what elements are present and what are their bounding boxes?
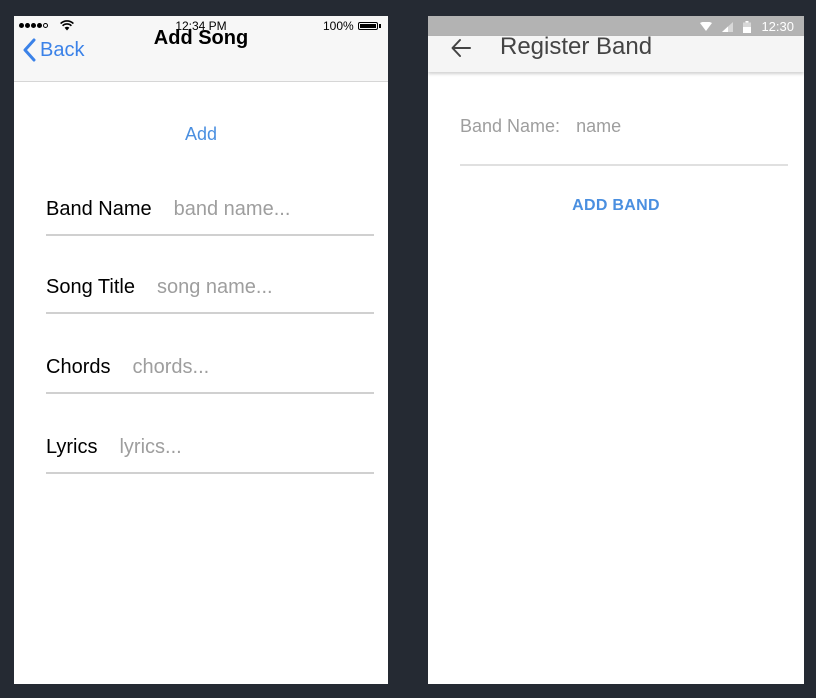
wifi-icon	[700, 21, 713, 31]
ios-navigation-bar: 12:34 PM 100% Back Add Song	[14, 16, 388, 82]
band-name-row: Band Name	[46, 184, 374, 236]
band-name-input[interactable]	[576, 116, 777, 137]
page-title: Register Band	[500, 33, 653, 60]
band-name-input[interactable]	[173, 197, 354, 221]
arrow-back-icon[interactable]	[450, 37, 472, 59]
add-button[interactable]: Add	[14, 124, 388, 145]
band-name-row: Band Name:	[460, 106, 788, 166]
battery-icon	[743, 20, 752, 33]
status-time: 12:30	[761, 19, 794, 34]
lyrics-label: Lyrics	[46, 435, 98, 458]
band-name-label: Band Name:	[460, 116, 561, 136]
lyrics-input[interactable]	[119, 435, 300, 459]
ios-add-song-screen: 12:34 PM 100% Back Add Song Add Band Nam…	[14, 16, 388, 684]
page-title: Add Song	[153, 27, 249, 49]
chords-input[interactable]	[132, 355, 313, 379]
song-title-label: Song Title	[46, 275, 135, 298]
song-title-row: Song Title	[46, 262, 374, 314]
lyrics-row: Lyrics	[46, 422, 374, 474]
chords-row: Chords	[46, 342, 374, 394]
add-band-button[interactable]: ADD BAND	[428, 197, 804, 215]
song-title-input[interactable]	[156, 275, 337, 299]
cell-signal-icon	[722, 21, 734, 32]
band-name-label: Band Name	[46, 197, 152, 220]
android-register-band-screen: 12:30 Register Band Band Name: ADD BAND	[428, 16, 804, 684]
chords-label: Chords	[46, 355, 111, 378]
android-toolbar: Register Band	[428, 33, 804, 72]
